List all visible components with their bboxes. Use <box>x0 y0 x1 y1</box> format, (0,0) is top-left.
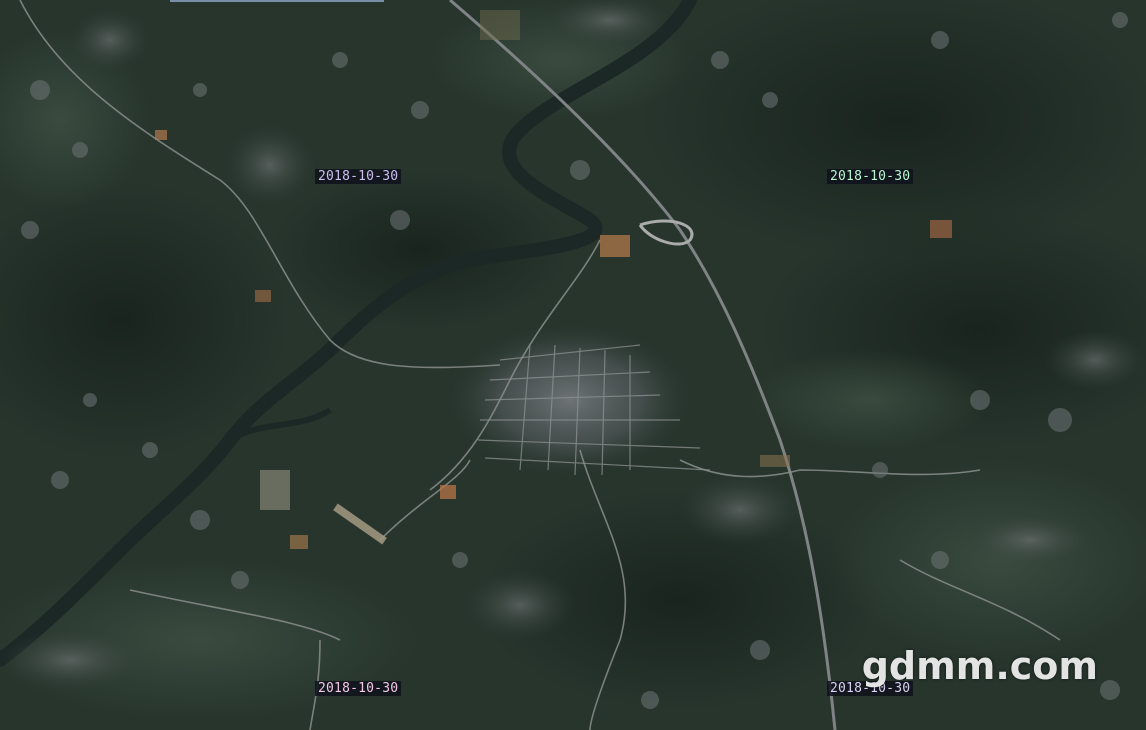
bare-soil-site <box>480 10 520 40</box>
settlement-area <box>1045 330 1145 390</box>
bare-soil-site <box>255 290 271 302</box>
satellite-map-viewport[interactable]: 2018-10-30 2018-10-30 2018-10-30 2018-10… <box>0 0 1146 730</box>
bare-soil-site <box>930 220 952 238</box>
bare-soil-site <box>440 485 456 499</box>
settlement-area <box>0 630 140 690</box>
bare-soil-site <box>290 535 308 549</box>
bare-soil-site <box>600 235 630 257</box>
settlement-area <box>225 125 315 205</box>
tile-date-label: 2018-10-30 <box>315 169 402 184</box>
bare-soil-site <box>260 470 290 510</box>
tile-date-label: 2018-10-30 <box>315 681 402 696</box>
bare-soil-site <box>155 130 167 140</box>
tile-edge-strip <box>170 0 384 2</box>
settlement-area <box>970 515 1090 565</box>
settlement-area <box>680 475 800 545</box>
field-patch <box>750 350 990 450</box>
satellite-imagery <box>0 0 1146 730</box>
settlement-area <box>70 10 150 70</box>
settlement-area <box>465 570 575 640</box>
bare-soil-site <box>760 455 790 467</box>
tile-date-label: 2018-10-30 <box>827 169 914 184</box>
watermark: gdmm.com <box>861 644 1098 688</box>
